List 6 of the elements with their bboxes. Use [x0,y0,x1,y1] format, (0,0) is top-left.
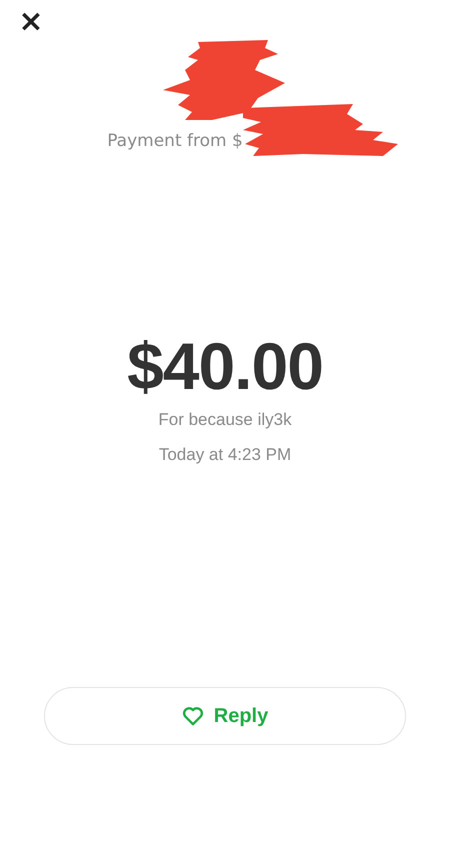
payment-time: Today at 4:23 PM [158,445,292,465]
close-button[interactable]: × [18,8,44,36]
heart-icon [182,706,204,726]
payment-note: For because ily3k [158,410,292,430]
payment-amount: $40.00 [127,328,323,404]
payment-subtitle: Payment from $ [107,131,243,151]
